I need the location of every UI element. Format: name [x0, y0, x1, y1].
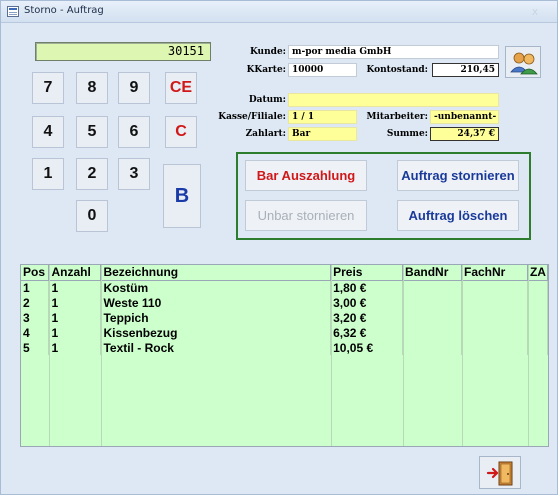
header-pos[interactable]: Pos — [21, 265, 50, 281]
cell-anzahl: 1 — [48, 310, 102, 325]
header-preis[interactable]: Preis — [330, 265, 404, 281]
action-group: Bar Auszahlung Auftrag stornieren Unbar … — [236, 152, 531, 240]
cell-za — [527, 310, 549, 325]
kunde-value: m-por media GmbH — [288, 45, 499, 59]
table-row[interactable]: 1 1 Kostüm 1,80 € — [21, 280, 549, 295]
kontostand-label: Kontostand: — [366, 65, 428, 75]
key-7[interactable]: 7 — [32, 72, 64, 104]
kkarte-label: KKarte: — [246, 65, 286, 75]
cell-fachnr — [461, 325, 528, 340]
kunde-label: Kunde: — [249, 47, 286, 57]
cell-pos: 5 — [21, 340, 50, 355]
table-header-row: Pos Anzahl Bezeichnung Preis BandNr Fach… — [21, 265, 549, 281]
kasse-filiale-label: Kasse/Filiale: — [218, 112, 286, 122]
header-bandnr[interactable]: BandNr — [402, 265, 462, 281]
storno-window: Storno - Auftrag x 30151 7 8 9 CE 4 5 6 … — [0, 0, 558, 495]
cell-anzahl: 1 — [48, 340, 102, 355]
zahlart-label: Zahlart: — [245, 129, 286, 139]
cell-preis: 3,20 € — [330, 310, 404, 325]
mitarbeiter-label: Mitarbeiter: — [366, 112, 429, 122]
kontostand-value: 210,45 — [432, 63, 499, 77]
key-2[interactable]: 2 — [76, 158, 108, 190]
table-row[interactable]: 2 1 Weste 110 3,00 € — [21, 295, 549, 310]
summe-value: 24,37 € — [430, 127, 499, 141]
cell-pos: 1 — [21, 280, 50, 295]
cell-pos: 4 — [21, 325, 50, 340]
cell-bezeichnung: Teppich — [100, 310, 332, 325]
table-row[interactable]: 3 1 Teppich 3,20 € — [21, 310, 549, 325]
cell-preis: 6,32 € — [330, 325, 404, 340]
datum-value — [288, 93, 499, 107]
cell-bandnr — [402, 340, 462, 355]
close-button[interactable]: x — [521, 3, 549, 20]
datum-label: Datum: — [248, 95, 286, 105]
header-fachnr[interactable]: FachNr — [461, 265, 528, 281]
kkarte-value: 10000 — [288, 63, 357, 77]
cell-preis: 3,00 € — [330, 295, 404, 310]
cell-bandnr — [402, 310, 462, 325]
customer-select-button[interactable] — [505, 46, 541, 78]
key-c[interactable]: C — [165, 116, 197, 148]
cell-pos: 2 — [21, 295, 50, 310]
cell-za — [527, 280, 549, 295]
key-8[interactable]: 8 — [76, 72, 108, 104]
cell-bandnr — [402, 325, 462, 340]
key-3[interactable]: 3 — [118, 158, 150, 190]
cell-fachnr — [461, 310, 528, 325]
cell-fachnr — [461, 280, 528, 295]
cell-anzahl: 1 — [48, 325, 102, 340]
cell-fachnr — [461, 340, 528, 355]
mitarbeiter-value: -unbenannt- — [430, 110, 499, 124]
keypad-display: 30151 — [35, 42, 211, 61]
table-row[interactable]: 5 1 Textil - Rock 10,05 € — [21, 340, 549, 355]
key-6[interactable]: 6 — [118, 116, 150, 148]
kasse-filiale-value: 1 / 1 — [288, 110, 357, 124]
cell-bezeichnung: Textil - Rock — [100, 340, 332, 355]
auftrag-stornieren-button[interactable]: Auftrag stornieren — [397, 160, 519, 191]
cell-fachnr — [461, 295, 528, 310]
cell-preis: 1,80 € — [330, 280, 404, 295]
header-bezeichnung[interactable]: Bezeichnung — [100, 265, 332, 281]
key-0[interactable]: 0 — [76, 200, 108, 232]
key-b[interactable]: B — [163, 164, 201, 228]
window-app-icon — [7, 6, 19, 17]
exit-door-icon — [486, 461, 513, 486]
header-za[interactable]: ZA — [527, 265, 549, 281]
cell-anzahl: 1 — [48, 295, 102, 310]
header-anzahl[interactable]: Anzahl — [48, 265, 102, 281]
cell-preis: 10,05 € — [330, 340, 404, 355]
main-panel: 30151 7 8 9 CE 4 5 6 C 1 2 3 B 0 Kunde: … — [10, 34, 548, 254]
title-bar: Storno - Auftrag x — [1, 1, 557, 23]
cell-bezeichnung: Kostüm — [100, 280, 332, 295]
unbar-stornieren-button[interactable]: Unbar stornieren — [245, 200, 367, 231]
cell-bandnr — [402, 280, 462, 295]
summe-label: Summe: — [386, 129, 428, 139]
bar-auszahlung-button[interactable]: Bar Auszahlung — [245, 160, 367, 191]
cell-bandnr — [402, 295, 462, 310]
key-1[interactable]: 1 — [32, 158, 64, 190]
key-4[interactable]: 4 — [32, 116, 64, 148]
cell-za — [527, 295, 549, 310]
cell-pos: 3 — [21, 310, 50, 325]
cell-bezeichnung: Weste 110 — [100, 295, 332, 310]
auftrag-loeschen-button[interactable]: Auftrag löschen — [397, 200, 519, 231]
window-title: Storno - Auftrag — [24, 5, 104, 16]
users-icon — [510, 52, 538, 75]
exit-button[interactable] — [479, 456, 521, 489]
cell-za — [527, 340, 549, 355]
key-ce[interactable]: CE — [165, 72, 197, 104]
cell-za — [527, 325, 549, 340]
cell-anzahl: 1 — [48, 280, 102, 295]
table-row[interactable]: 4 1 Kissenbezug 6,32 € — [21, 325, 549, 340]
zahlart-value: Bar — [288, 127, 357, 141]
cell-bezeichnung: Kissenbezug — [100, 325, 332, 340]
order-items-table: Pos Anzahl Bezeichnung Preis BandNr Fach… — [20, 264, 549, 447]
key-5[interactable]: 5 — [76, 116, 108, 148]
key-9[interactable]: 9 — [118, 72, 150, 104]
